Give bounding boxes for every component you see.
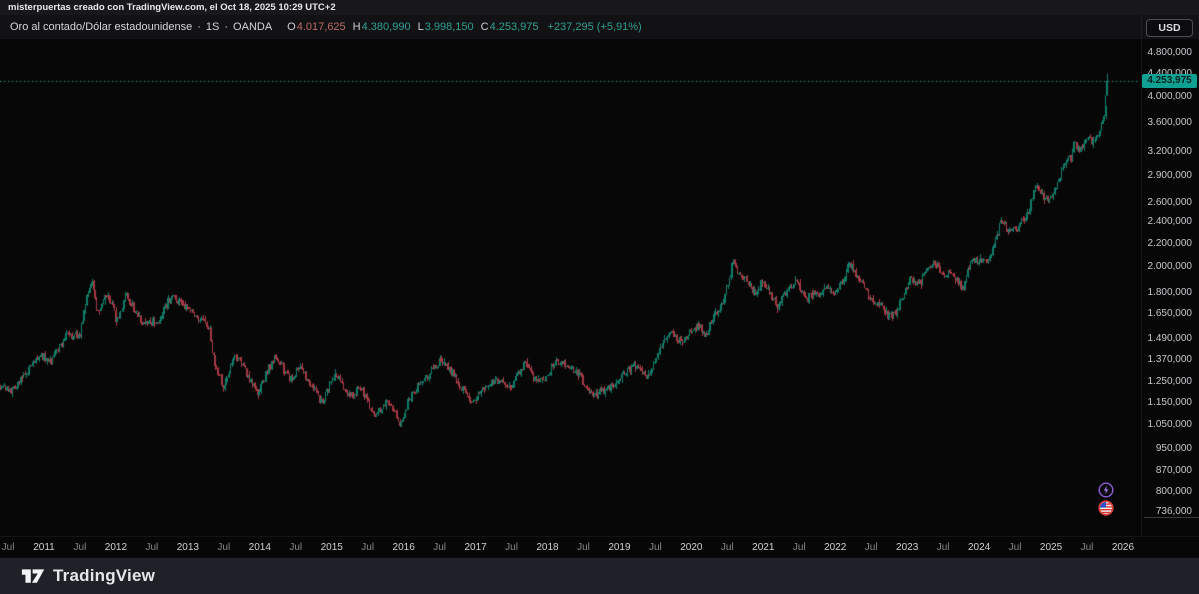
- last-price-badge: 4.253,975: [1142, 74, 1197, 89]
- legend-separator: ·: [197, 21, 201, 33]
- open-label: O: [287, 21, 296, 33]
- time-tick-label: 2014: [248, 542, 271, 553]
- bottom-toolbar: TradingView: [0, 557, 1199, 594]
- price-tick-label: 2.000,000: [1147, 261, 1193, 273]
- time-tick-label: Jul: [217, 542, 231, 553]
- high-label: H: [352, 21, 361, 33]
- low-value: 3.998,150: [424, 21, 474, 33]
- exchange-label: OANDA: [233, 21, 273, 33]
- time-tick-label: 2017: [464, 542, 487, 553]
- tradingview-logo-mark: [21, 568, 45, 583]
- price-tick-label: 3.600,000: [1147, 117, 1193, 129]
- time-tick-label: 2015: [320, 542, 343, 553]
- symbol-legend[interactable]: Oro al contado/Dólar estadounidense · 1S…: [10, 21, 642, 33]
- time-tick-label: Jul: [936, 542, 950, 553]
- price-tick-label: 736,000: [1155, 505, 1192, 517]
- price-axis[interactable]: 4.800,0004.400,0004.000,0003.600,0003.20…: [1141, 15, 1199, 556]
- time-tick-label: 2023: [896, 542, 919, 553]
- close-value: 4.253,975: [489, 21, 539, 33]
- ohlc-values: O 4.017,625 H 4.380,990 L 3.998,150 C 4.253,…: [287, 21, 642, 33]
- tradingview-logo[interactable]: TradingView: [21, 566, 155, 587]
- price-tick-label: 4.000,000: [1147, 91, 1193, 103]
- time-tick-label: Jul: [864, 542, 878, 553]
- price-tick-label: 2.600,000: [1147, 196, 1193, 208]
- open-value: 4.017,625: [296, 21, 346, 33]
- price-tick-label: 2.900,000: [1147, 170, 1193, 182]
- close-label: C: [480, 21, 489, 33]
- candlestick-chart-canvas[interactable]: [0, 0, 1140, 536]
- us-flag-event-icon[interactable]: [1098, 500, 1114, 516]
- time-tick-label: Jul: [289, 542, 303, 553]
- tradingview-logo-text: TradingView: [53, 566, 156, 585]
- change-value: +237,295 (+5,91%): [547, 21, 642, 33]
- time-tick-label: Jul: [1080, 542, 1094, 553]
- time-tick-label: 2019: [608, 542, 631, 553]
- time-tick-label: 2020: [680, 542, 703, 553]
- flash-event-icon[interactable]: [1098, 482, 1114, 498]
- time-tick-label: Jul: [792, 542, 806, 553]
- time-tick-label: Jul: [361, 542, 375, 553]
- time-tick-label: 2016: [392, 542, 415, 553]
- price-tick-label: 2.400,000: [1147, 216, 1193, 228]
- price-tick-label: 950,000: [1155, 443, 1192, 455]
- time-tick-label: Jul: [720, 542, 734, 553]
- time-tick-label: 2013: [176, 542, 199, 553]
- time-tick-label: 2011: [33, 542, 55, 553]
- time-tick-label: 2026: [1111, 542, 1135, 553]
- price-tick-label: 1.490,000: [1147, 333, 1193, 345]
- currency-button[interactable]: USD: [1146, 19, 1193, 37]
- time-tick-label: 2024: [967, 542, 991, 553]
- price-tick-label: 1.650,000: [1147, 308, 1193, 320]
- time-tick-label: Jul: [145, 542, 159, 553]
- price-tick-label: 2.200,000: [1147, 237, 1193, 249]
- time-tick-label: 2022: [824, 542, 847, 553]
- price-tick-label: 1.250,000: [1147, 376, 1193, 388]
- time-axis[interactable]: Jul 2011 Jul 2012 Jul 2013 Jul 2014 Jul 2015 Jul 20…: [0, 536, 1199, 557]
- high-value: 4.380,990: [361, 21, 411, 33]
- price-tick-label: 3.200,000: [1147, 146, 1193, 157]
- price-tick-label: 1.050,000: [1147, 418, 1193, 430]
- time-tick-label: 2018: [536, 542, 559, 553]
- price-tick-label: 4.800,000: [1147, 46, 1193, 58]
- time-tick-label: Jul: [73, 542, 87, 553]
- price-axis-separator: [1144, 517, 1199, 518]
- time-tick-label: 2025: [1039, 542, 1063, 553]
- price-tick-label: 870,000: [1155, 465, 1192, 477]
- timeframe-label: 1S: [205, 21, 220, 33]
- legend-separator: ·: [224, 21, 229, 33]
- time-tick-label: 2012: [104, 542, 128, 553]
- time-tick-label: Jul: [577, 542, 590, 553]
- time-tick-label: Jul: [1008, 542, 1022, 553]
- price-tick-label: 1.150,000: [1147, 396, 1193, 408]
- event-markers: [1098, 482, 1114, 516]
- time-tick-label: 2021: [752, 542, 775, 553]
- time-tick-label: Jul: [505, 542, 518, 553]
- time-tick-label: Jul: [1, 542, 15, 553]
- time-tick-label: Jul: [648, 542, 662, 553]
- low-label: L: [417, 21, 424, 33]
- price-tick-label: 1.370,000: [1147, 353, 1193, 365]
- price-tick-label: 800,000: [1155, 485, 1192, 497]
- price-tick-label: 1.800,000: [1147, 286, 1193, 298]
- symbol-title: Oro al contado/Dólar estadounidense: [10, 21, 193, 33]
- time-tick-label: Jul: [433, 542, 447, 553]
- tradingview-widget: misterpuertas creado con TradingView.com…: [0, 0, 1199, 594]
